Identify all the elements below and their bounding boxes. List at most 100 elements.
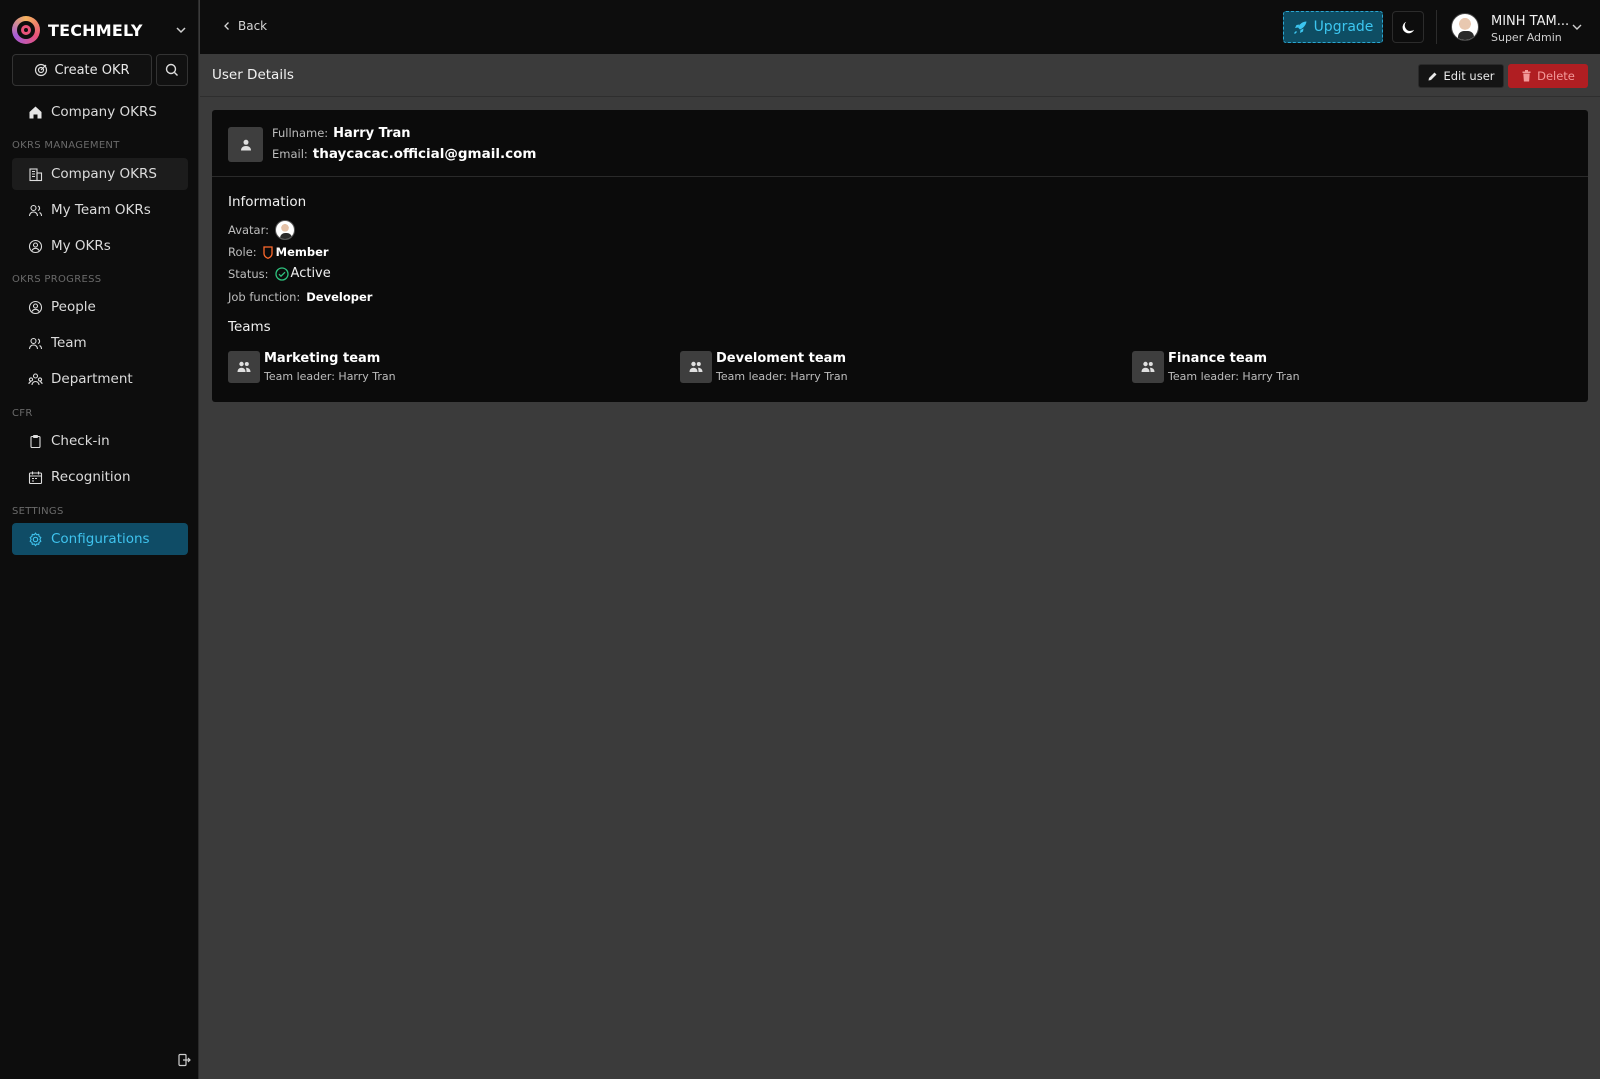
team-name: Develoment team [716,351,846,366]
job-row: Job function: Developer [228,290,372,304]
status-row: Status: Active [228,266,331,281]
page-header: User Details Edit user Delete [200,54,1600,97]
sidebar-item-label: People [51,299,96,315]
nav-section-title: SETTINGS [12,506,64,517]
user-placeholder-avatar [228,127,263,162]
teams-title: Teams [228,319,271,335]
users-icon [28,204,43,216]
sidebar-item-label: Recognition [51,469,131,485]
sidebar-item-label: Company OKRS [51,166,157,182]
team-card[interactable]: Develoment team Team leader: Harry Tran [680,351,848,383]
user-icon [240,139,251,150]
status-label: Status: [228,266,269,281]
theme-toggle-button[interactable] [1392,11,1424,43]
moon-icon [1402,21,1414,33]
sidebar-item-label: Department [51,371,133,387]
sidebar-item-team[interactable]: Team [12,327,188,359]
sidebar-item-my-okrs[interactable]: My OKRs [12,230,188,262]
email-label: Email: [272,147,308,161]
brand-name: TECHMELY [48,20,143,40]
sidebar-item-company-okrs[interactable]: Company OKRS [12,158,188,190]
sidebar-item-label: Company OKRS [51,104,157,120]
role-value: Member [275,245,329,259]
divider [1436,10,1437,44]
building-icon [29,167,43,181]
sidebar-item-label: Check-in [51,433,110,449]
edit-user-label: Edit user [1443,69,1495,83]
chevron-down-icon [176,27,186,34]
team-icon [1132,351,1164,383]
user-details-card: Fullname: Harry Tran Email: thaycacac.of… [212,110,1588,402]
group-icon [237,361,251,372]
user-role: Super Admin [1491,31,1562,44]
sidebar-item-label: Team [51,335,87,351]
create-okr-button[interactable]: Create OKR [12,54,152,86]
status-value: Active [290,266,331,281]
chevron-down-icon[interactable] [1570,20,1584,34]
fullname-label: Fullname: [272,126,329,140]
create-okr-label: Create OKR [54,62,130,78]
upgrade-button[interactable]: Upgrade [1283,11,1383,43]
target-icon [35,63,48,77]
fullname-value: Harry Tran [333,126,411,141]
pencil-icon [1428,72,1437,80]
group-icon [689,361,703,372]
badge-icon [263,245,273,259]
team-icon [228,351,260,383]
chevron-left-icon [224,22,229,30]
check-circle-icon [274,266,289,281]
avatar-label: Avatar: [228,223,270,237]
back-label: Back [238,19,268,33]
nav-section-title: OKRS PROGRESS [12,274,102,285]
workspace-switcher[interactable]: TECHMELY [12,15,188,45]
sidebar-item-recognition[interactable]: Recognition [12,461,188,493]
user-name[interactable]: MINH TAM... [1491,14,1569,29]
calendar-icon [28,471,43,484]
page-title: User Details [212,67,294,83]
user-circle-icon [28,300,43,314]
sidebar-item-label: My Team OKRs [51,202,151,218]
delete-button[interactable]: Delete [1508,64,1588,88]
sidebar-item-people[interactable]: People [12,291,188,323]
avatar-row: Avatar: [228,220,296,240]
user-avatar[interactable] [1451,13,1479,41]
nav-section-title: CFR [12,408,33,419]
team-card[interactable]: Marketing team Team leader: Harry Tran [228,351,396,383]
edit-user-button[interactable]: Edit user [1418,64,1504,88]
department-icon [28,372,43,385]
sidebar-item-configurations[interactable]: Configurations [12,523,188,555]
upgrade-label: Upgrade [1313,19,1374,35]
logout-icon[interactable] [177,1053,191,1067]
sidebar: TECHMELY Create OKR Company OKRS OKRS MA… [0,0,199,1079]
team-name: Marketing team [264,351,381,366]
team-card[interactable]: Finance team Team leader: Harry Tran [1132,351,1300,383]
email-value: thaycacac.official@gmail.com [312,146,537,162]
users-icon [28,337,43,349]
home-icon [29,106,42,118]
team-leader: Team leader: Harry Tran [264,370,396,383]
sidebar-item-label: Configurations [51,531,150,547]
search-button[interactable] [156,54,188,86]
sidebar-item-department[interactable]: Department [12,363,188,395]
back-link[interactable]: Back [222,19,267,33]
group-icon [1141,361,1155,372]
sidebar-item-check-in[interactable]: Check-in [12,425,188,457]
team-name: Finance team [1168,351,1268,366]
role-label: Role: [228,245,257,259]
job-label: Job function: [228,290,301,304]
trash-icon [1522,70,1531,82]
nav-section-title: OKRS MANAGEMENT [12,140,120,151]
rocket-icon [1293,21,1307,34]
sidebar-item-home[interactable]: Company OKRS [12,96,188,128]
sidebar-item-label: My OKRs [51,238,111,254]
brand-logo [12,16,40,44]
role-row: Role: Member [228,245,329,259]
team-leader: Team leader: Harry Tran [1168,370,1300,383]
sidebar-item-my-team-okrs[interactable]: My Team OKRs [12,194,188,226]
delete-label: Delete [1537,69,1575,83]
user-summary: Fullname: Harry Tran Email: thaycacac.of… [212,110,1588,177]
user-avatar [275,220,296,240]
job-value: Developer [306,290,373,304]
team-icon [680,351,712,383]
gear-icon [29,531,42,547]
